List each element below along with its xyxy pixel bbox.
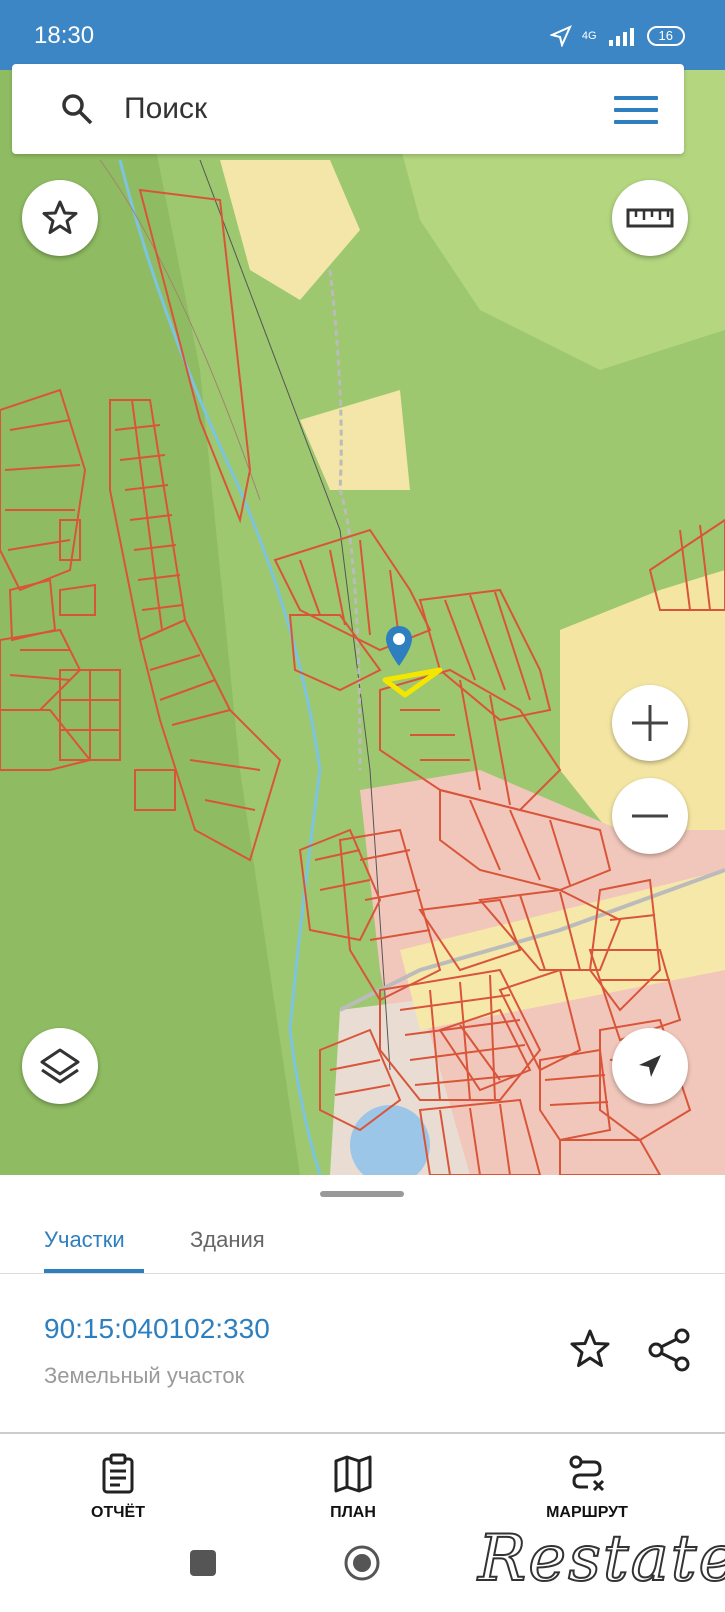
my-location-button[interactable] xyxy=(612,1028,688,1104)
tab-parcels[interactable]: Участки xyxy=(44,1227,125,1253)
ruler-icon xyxy=(626,208,674,228)
route-icon xyxy=(569,1455,605,1492)
active-tab-indicator xyxy=(44,1269,144,1273)
status-icons: 4G 16 xyxy=(549,24,685,48)
divider xyxy=(0,1432,725,1434)
star-outline-icon xyxy=(42,200,78,234)
location-arrow-icon xyxy=(549,25,572,47)
signal-icon xyxy=(608,28,634,46)
zoom-in-button[interactable] xyxy=(612,685,688,761)
network-label: 4G xyxy=(581,30,597,42)
battery-indicator: 16 xyxy=(646,26,685,46)
parcel-type: Земельный участок xyxy=(44,1363,245,1388)
search-input[interactable]: Поиск xyxy=(124,92,207,126)
report-clipboard-icon xyxy=(102,1453,134,1494)
home-button[interactable] xyxy=(342,1543,382,1583)
layers-button[interactable] xyxy=(22,1028,98,1104)
sheet-drag-handle[interactable] xyxy=(320,1191,404,1197)
map-view[interactable] xyxy=(0,70,725,1175)
parcel-cadastral-number[interactable]: 90:15:040102:330 xyxy=(44,1313,270,1345)
status-time: 18:30 xyxy=(34,22,95,49)
minus-icon xyxy=(632,814,668,818)
plus-icon xyxy=(632,705,668,741)
menu-icon[interactable] xyxy=(614,96,658,126)
share-icon[interactable] xyxy=(646,1327,692,1373)
navigation-arrow-icon xyxy=(639,1055,661,1077)
tab-buildings[interactable]: Здания xyxy=(190,1227,265,1253)
status-bar: 18:30 4G 16 xyxy=(0,0,725,70)
search-bar[interactable]: Поиск xyxy=(12,64,684,154)
recent-apps-button[interactable] xyxy=(190,1550,216,1576)
layers-icon xyxy=(40,1048,80,1084)
ruler-button[interactable] xyxy=(612,180,688,256)
map-plan-icon xyxy=(334,1455,372,1493)
search-icon[interactable] xyxy=(60,92,94,126)
favorites-button[interactable] xyxy=(22,180,98,256)
zoom-out-button[interactable] xyxy=(612,778,688,854)
star-outline-icon[interactable] xyxy=(568,1327,612,1371)
selected-location-marker[interactable] xyxy=(384,624,414,668)
tab-bar: Участки Здания xyxy=(0,1213,725,1274)
restate-watermark: Restate xyxy=(477,1521,725,1597)
